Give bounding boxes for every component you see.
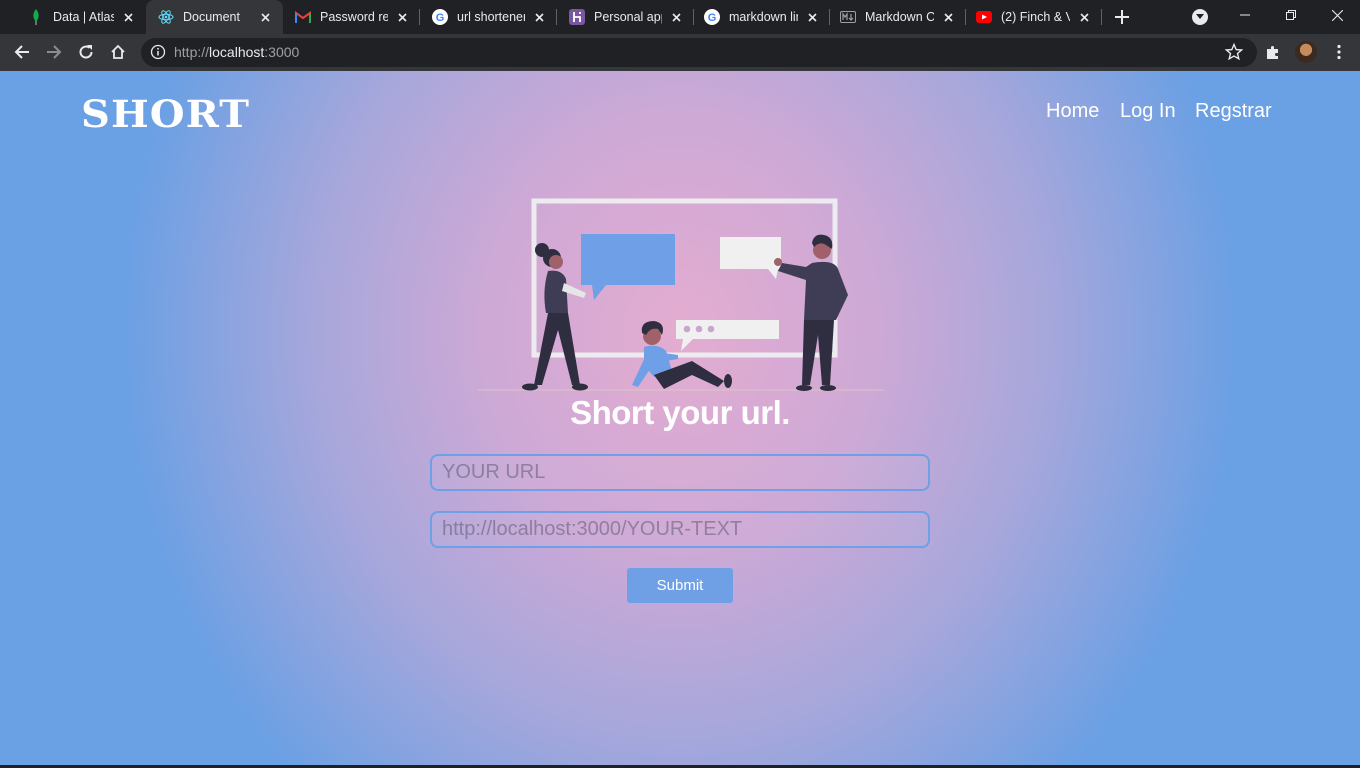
more-menu-icon[interactable] [1329, 42, 1349, 62]
page-heading: Short your url. [570, 394, 790, 431]
forward-icon[interactable] [41, 39, 67, 65]
close-tab-icon[interactable] [531, 9, 547, 25]
tab-mongodb-atlas[interactable]: Data | Atlas: M [8, 0, 146, 34]
tab-password-reset[interactable]: Password rese [283, 0, 420, 34]
close-tab-icon[interactable] [804, 9, 820, 25]
close-tab-icon[interactable] [1076, 9, 1092, 25]
tab-document[interactable]: Document [146, 0, 283, 34]
mongodb-leaf-icon [28, 9, 44, 25]
tab-url-shortener[interactable]: G url shortener [420, 0, 557, 34]
close-tab-icon[interactable] [257, 9, 273, 25]
home-icon[interactable] [105, 39, 131, 65]
nav-home-link[interactable]: Home [1046, 100, 1099, 123]
google-icon: G [432, 9, 448, 25]
address-bar[interactable] [141, 38, 1257, 67]
youtube-icon [976, 9, 992, 25]
nav-register-link[interactable]: Regstrar [1195, 100, 1272, 123]
site-logo[interactable]: SHORT [81, 92, 250, 136]
react-icon [158, 9, 174, 25]
tab-personal-apps[interactable]: Personal apps [557, 0, 694, 34]
profile-avatar[interactable] [1295, 41, 1317, 63]
custom-short-url-input[interactable] [430, 511, 930, 548]
reload-icon[interactable] [73, 39, 99, 65]
tab-title: Document [183, 10, 240, 24]
markdown-icon [840, 9, 856, 25]
close-tab-icon[interactable] [394, 9, 410, 25]
nav-login-link[interactable]: Log In [1120, 100, 1176, 123]
close-tab-icon[interactable] [120, 9, 136, 25]
restore-icon[interactable] [1268, 0, 1314, 30]
google-icon: G [704, 9, 720, 25]
info-icon[interactable] [150, 44, 166, 60]
close-tab-icon[interactable] [940, 9, 956, 25]
tab-markdown-links[interactable]: G markdown lin [694, 0, 830, 34]
team-discussion-illustration [478, 198, 884, 391]
svg-text:G: G [436, 12, 445, 24]
tab-markdown-cheatsheet[interactable]: Markdown Ch [830, 0, 966, 34]
tab-title: Data | Atlas: M [53, 10, 114, 24]
tab-title: Personal apps [594, 10, 662, 24]
tab-youtube[interactable]: (2) Finch & Vi [966, 0, 1102, 34]
close-tab-icon[interactable] [668, 9, 684, 25]
tab-title: markdown lin [729, 10, 798, 24]
minimize-icon[interactable] [1222, 0, 1268, 30]
heroku-icon [569, 9, 585, 25]
tab-title: (2) Finch & Vi [1001, 10, 1070, 24]
tab-strip: Data | Atlas: M Document Password rese G… [0, 0, 1360, 34]
tab-search-icon[interactable] [1192, 9, 1208, 25]
extensions-puzzle-icon[interactable] [1263, 42, 1283, 62]
back-icon[interactable] [9, 39, 35, 65]
bookmark-star-icon[interactable] [1224, 42, 1244, 62]
page-viewport: SHORT Home Log In Regstrar Short your ur… [0, 71, 1360, 765]
tab-title: Markdown Ch [865, 10, 934, 24]
submit-button[interactable]: Submit [627, 568, 733, 603]
tab-title: url shortener [457, 10, 525, 24]
tab-title: Password rese [320, 10, 388, 24]
gmail-icon [295, 9, 311, 25]
new-tab-icon[interactable] [1110, 5, 1134, 29]
close-window-icon[interactable] [1314, 0, 1360, 30]
url-text[interactable]: http://localhost:3000 [174, 44, 299, 60]
url-input[interactable] [430, 454, 930, 491]
svg-text:G: G [708, 12, 717, 24]
